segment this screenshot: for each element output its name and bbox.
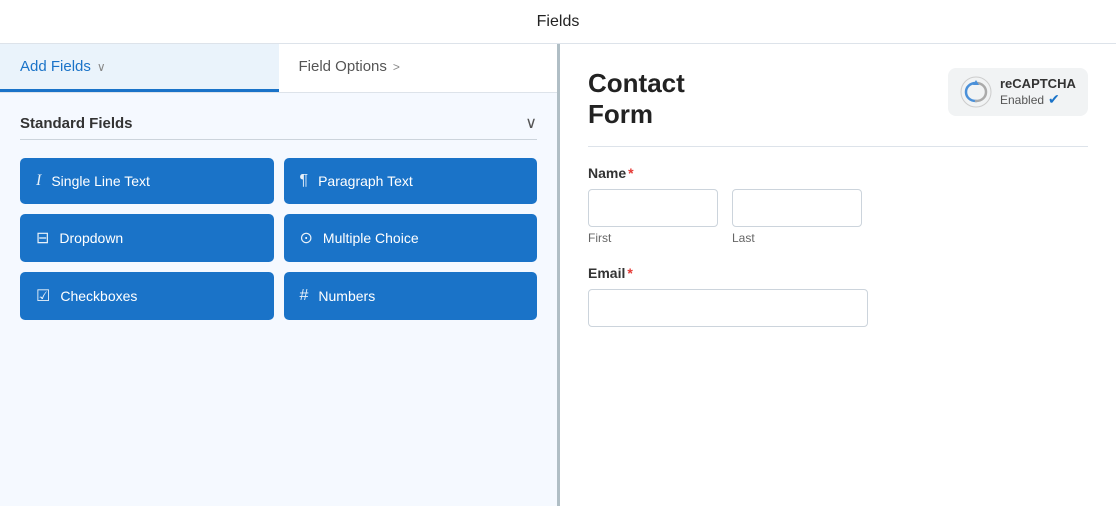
standard-fields-title: Standard Fields — [20, 115, 133, 132]
section-divider — [20, 139, 537, 140]
single-line-text-label: Single Line Text — [51, 173, 150, 189]
field-btn-single-line-text[interactable]: I Single Line Text — [20, 158, 274, 204]
last-name-sub-label: Last — [732, 231, 862, 245]
field-btn-multiple-choice[interactable]: ⊙ Multiple Choice — [284, 214, 538, 262]
field-btn-numbers[interactable]: # Numbers — [284, 272, 538, 320]
checkboxes-icon: ☑ — [36, 286, 50, 306]
tabs-row: Add Fields ∨ Field Options > — [0, 44, 557, 93]
field-btn-paragraph-text[interactable]: ¶ Paragraph Text — [284, 158, 538, 204]
last-name-input[interactable] — [732, 189, 862, 227]
top-bar: Fields — [0, 0, 1116, 44]
first-name-input[interactable] — [588, 189, 718, 227]
recaptcha-text: reCAPTCHA Enabled ✔ — [1000, 76, 1076, 108]
form-divider — [588, 146, 1088, 147]
left-panel: Add Fields ∨ Field Options > Standard Fi… — [0, 44, 560, 506]
section-collapse-icon[interactable]: ∨ — [525, 113, 537, 133]
recaptcha-title: reCAPTCHA — [1000, 76, 1076, 91]
right-panel: Contact Form reCAPTCHA Enabled ✔ — [560, 44, 1116, 506]
first-name-sub-label: First — [588, 231, 718, 245]
recaptcha-badge: reCAPTCHA Enabled ✔ — [948, 68, 1088, 116]
page-title: Fields — [537, 13, 580, 31]
form-title: Contact Form — [588, 68, 685, 130]
main-layout: Add Fields ∨ Field Options > Standard Fi… — [0, 44, 1116, 506]
tab-field-options-chevron: > — [393, 60, 400, 74]
numbers-icon: # — [300, 287, 309, 305]
checkboxes-label: Checkboxes — [60, 288, 137, 304]
single-line-text-icon: I — [36, 172, 41, 190]
form-header: Contact Form reCAPTCHA Enabled ✔ — [588, 68, 1088, 130]
email-required-star: * — [627, 265, 632, 281]
field-btn-dropdown[interactable]: ⊟ Dropdown — [20, 214, 274, 262]
name-required-star: * — [628, 165, 633, 181]
multiple-choice-label: Multiple Choice — [323, 230, 419, 246]
email-input[interactable] — [588, 289, 868, 327]
paragraph-text-label: Paragraph Text — [318, 173, 413, 189]
paragraph-text-icon: ¶ — [300, 172, 309, 190]
numbers-label: Numbers — [318, 288, 375, 304]
tab-add-fields-chevron: ∨ — [97, 60, 106, 74]
recaptcha-logo-icon — [960, 76, 992, 108]
recaptcha-status: Enabled ✔ — [1000, 91, 1076, 108]
first-name-field: First — [588, 189, 718, 245]
field-btn-checkboxes[interactable]: ☑ Checkboxes — [20, 272, 274, 320]
recaptcha-status-label: Enabled — [1000, 93, 1044, 107]
multiple-choice-icon: ⊙ — [300, 228, 313, 248]
fields-section: Standard Fields ∨ I Single Line Text ¶ P… — [0, 93, 557, 506]
tab-add-fields[interactable]: Add Fields ∨ — [0, 44, 279, 92]
dropdown-icon: ⊟ — [36, 228, 49, 248]
name-row: First Last — [588, 189, 1088, 245]
tab-field-options[interactable]: Field Options > — [279, 44, 558, 92]
name-label: Name * — [588, 165, 1088, 181]
last-name-field: Last — [732, 189, 862, 245]
section-header: Standard Fields ∨ — [20, 113, 537, 133]
tab-field-options-label: Field Options — [299, 58, 387, 75]
tab-add-fields-label: Add Fields — [20, 58, 91, 75]
dropdown-label: Dropdown — [59, 230, 123, 246]
email-label: Email * — [588, 265, 1088, 281]
check-circle-icon: ✔ — [1048, 91, 1060, 108]
email-field-group: Email * — [588, 265, 1088, 327]
fields-grid: I Single Line Text ¶ Paragraph Text ⊟ Dr… — [20, 158, 537, 320]
name-field-group: Name * First Last — [588, 165, 1088, 245]
